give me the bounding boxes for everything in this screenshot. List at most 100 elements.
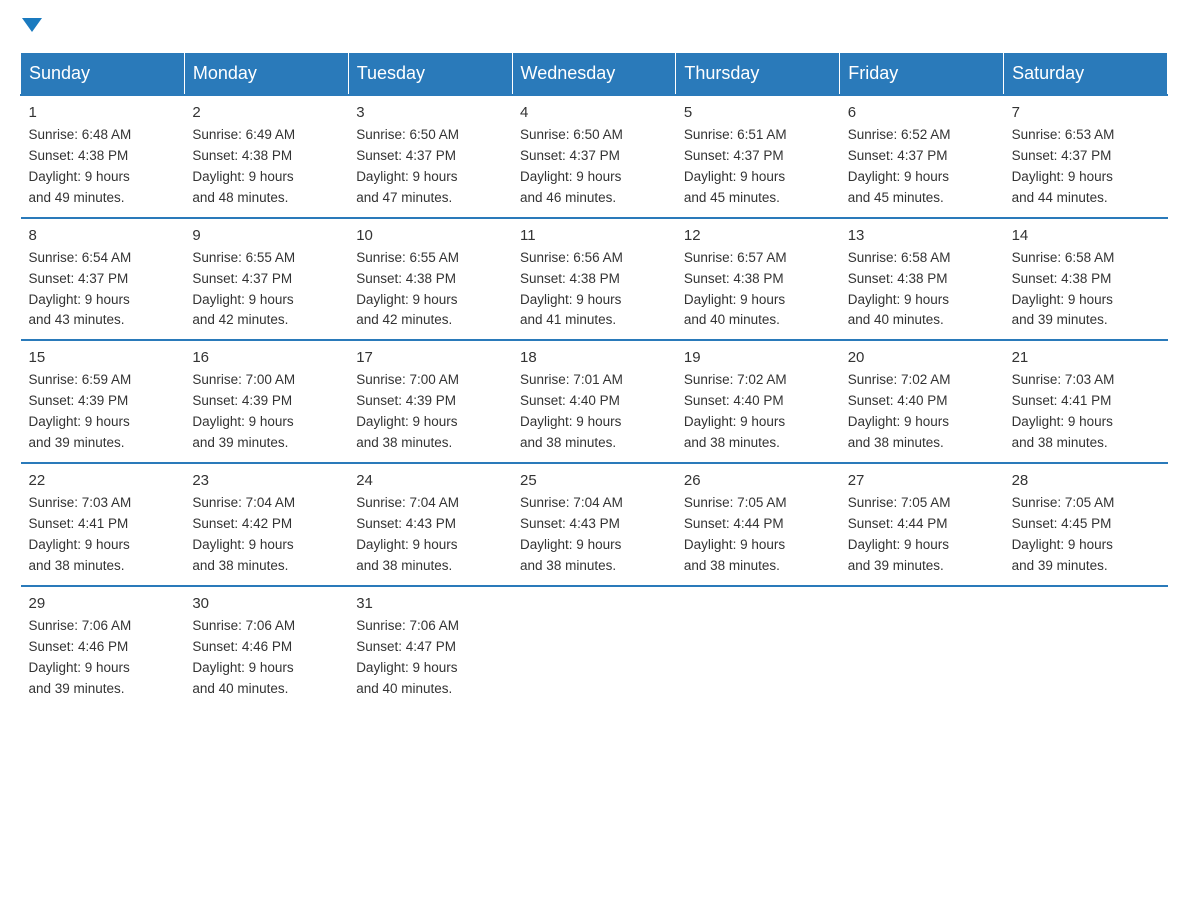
day-number: 22	[29, 472, 177, 489]
calendar-cell: 8 Sunrise: 6:54 AMSunset: 4:37 PMDayligh…	[21, 218, 185, 341]
day-number: 20	[848, 349, 996, 366]
day-number: 1	[29, 104, 177, 121]
day-number: 28	[1012, 472, 1160, 489]
day-number: 9	[192, 227, 340, 244]
day-number: 23	[192, 472, 340, 489]
calendar-cell: 12 Sunrise: 6:57 AMSunset: 4:38 PMDaylig…	[676, 218, 840, 341]
day-info: Sunrise: 7:04 AMSunset: 4:42 PMDaylight:…	[192, 493, 340, 577]
day-info: Sunrise: 6:52 AMSunset: 4:37 PMDaylight:…	[848, 125, 996, 209]
calendar-week-3: 15 Sunrise: 6:59 AMSunset: 4:39 PMDaylig…	[21, 340, 1168, 463]
weekday-header-wednesday: Wednesday	[512, 53, 676, 96]
calendar-cell: 3 Sunrise: 6:50 AMSunset: 4:37 PMDayligh…	[348, 95, 512, 218]
day-info: Sunrise: 7:00 AMSunset: 4:39 PMDaylight:…	[192, 370, 340, 454]
calendar-cell	[676, 586, 840, 708]
calendar-cell: 16 Sunrise: 7:00 AMSunset: 4:39 PMDaylig…	[184, 340, 348, 463]
calendar-cell: 25 Sunrise: 7:04 AMSunset: 4:43 PMDaylig…	[512, 463, 676, 586]
weekday-header-thursday: Thursday	[676, 53, 840, 96]
calendar-cell: 31 Sunrise: 7:06 AMSunset: 4:47 PMDaylig…	[348, 586, 512, 708]
day-info: Sunrise: 7:01 AMSunset: 4:40 PMDaylight:…	[520, 370, 668, 454]
day-number: 5	[684, 104, 832, 121]
weekday-header-sunday: Sunday	[21, 53, 185, 96]
calendar-table: SundayMondayTuesdayWednesdayThursdayFrid…	[20, 52, 1168, 707]
day-info: Sunrise: 7:00 AMSunset: 4:39 PMDaylight:…	[356, 370, 504, 454]
calendar-cell: 21 Sunrise: 7:03 AMSunset: 4:41 PMDaylig…	[1004, 340, 1168, 463]
day-info: Sunrise: 7:05 AMSunset: 4:44 PMDaylight:…	[684, 493, 832, 577]
day-number: 17	[356, 349, 504, 366]
day-number: 21	[1012, 349, 1160, 366]
day-info: Sunrise: 7:03 AMSunset: 4:41 PMDaylight:…	[29, 493, 177, 577]
day-info: Sunrise: 6:55 AMSunset: 4:38 PMDaylight:…	[356, 248, 504, 332]
day-number: 15	[29, 349, 177, 366]
day-number: 12	[684, 227, 832, 244]
day-number: 27	[848, 472, 996, 489]
day-info: Sunrise: 6:58 AMSunset: 4:38 PMDaylight:…	[848, 248, 996, 332]
calendar-cell: 15 Sunrise: 6:59 AMSunset: 4:39 PMDaylig…	[21, 340, 185, 463]
calendar-cell	[1004, 586, 1168, 708]
day-info: Sunrise: 6:55 AMSunset: 4:37 PMDaylight:…	[192, 248, 340, 332]
day-number: 31	[356, 595, 504, 612]
day-number: 25	[520, 472, 668, 489]
calendar-week-1: 1 Sunrise: 6:48 AMSunset: 4:38 PMDayligh…	[21, 95, 1168, 218]
calendar-cell: 11 Sunrise: 6:56 AMSunset: 4:38 PMDaylig…	[512, 218, 676, 341]
calendar-header-row: SundayMondayTuesdayWednesdayThursdayFrid…	[21, 53, 1168, 96]
day-info: Sunrise: 6:48 AMSunset: 4:38 PMDaylight:…	[29, 125, 177, 209]
day-info: Sunrise: 6:53 AMSunset: 4:37 PMDaylight:…	[1012, 125, 1160, 209]
day-number: 2	[192, 104, 340, 121]
calendar-cell: 29 Sunrise: 7:06 AMSunset: 4:46 PMDaylig…	[21, 586, 185, 708]
calendar-cell: 7 Sunrise: 6:53 AMSunset: 4:37 PMDayligh…	[1004, 95, 1168, 218]
day-info: Sunrise: 7:02 AMSunset: 4:40 PMDaylight:…	[684, 370, 832, 454]
calendar-cell: 19 Sunrise: 7:02 AMSunset: 4:40 PMDaylig…	[676, 340, 840, 463]
calendar-cell: 20 Sunrise: 7:02 AMSunset: 4:40 PMDaylig…	[840, 340, 1004, 463]
day-info: Sunrise: 6:54 AMSunset: 4:37 PMDaylight:…	[29, 248, 177, 332]
day-info: Sunrise: 7:02 AMSunset: 4:40 PMDaylight:…	[848, 370, 996, 454]
calendar-cell: 24 Sunrise: 7:04 AMSunset: 4:43 PMDaylig…	[348, 463, 512, 586]
day-info: Sunrise: 7:04 AMSunset: 4:43 PMDaylight:…	[520, 493, 668, 577]
day-info: Sunrise: 6:57 AMSunset: 4:38 PMDaylight:…	[684, 248, 832, 332]
day-number: 19	[684, 349, 832, 366]
day-info: Sunrise: 7:06 AMSunset: 4:47 PMDaylight:…	[356, 616, 504, 700]
page-header	[20, 20, 1168, 34]
day-info: Sunrise: 6:49 AMSunset: 4:38 PMDaylight:…	[192, 125, 340, 209]
weekday-header-saturday: Saturday	[1004, 53, 1168, 96]
day-number: 29	[29, 595, 177, 612]
calendar-cell: 18 Sunrise: 7:01 AMSunset: 4:40 PMDaylig…	[512, 340, 676, 463]
day-info: Sunrise: 6:58 AMSunset: 4:38 PMDaylight:…	[1012, 248, 1160, 332]
calendar-cell: 22 Sunrise: 7:03 AMSunset: 4:41 PMDaylig…	[21, 463, 185, 586]
day-info: Sunrise: 7:03 AMSunset: 4:41 PMDaylight:…	[1012, 370, 1160, 454]
calendar-cell: 2 Sunrise: 6:49 AMSunset: 4:38 PMDayligh…	[184, 95, 348, 218]
calendar-cell	[512, 586, 676, 708]
calendar-cell: 6 Sunrise: 6:52 AMSunset: 4:37 PMDayligh…	[840, 95, 1004, 218]
weekday-header-friday: Friday	[840, 53, 1004, 96]
day-number: 24	[356, 472, 504, 489]
day-info: Sunrise: 7:06 AMSunset: 4:46 PMDaylight:…	[29, 616, 177, 700]
calendar-cell: 5 Sunrise: 6:51 AMSunset: 4:37 PMDayligh…	[676, 95, 840, 218]
day-info: Sunrise: 7:04 AMSunset: 4:43 PMDaylight:…	[356, 493, 504, 577]
day-number: 4	[520, 104, 668, 121]
day-number: 30	[192, 595, 340, 612]
weekday-header-tuesday: Tuesday	[348, 53, 512, 96]
calendar-cell	[840, 586, 1004, 708]
day-number: 11	[520, 227, 668, 244]
calendar-cell: 14 Sunrise: 6:58 AMSunset: 4:38 PMDaylig…	[1004, 218, 1168, 341]
logo-arrow-icon	[22, 18, 42, 32]
calendar-cell: 10 Sunrise: 6:55 AMSunset: 4:38 PMDaylig…	[348, 218, 512, 341]
day-number: 3	[356, 104, 504, 121]
day-info: Sunrise: 6:50 AMSunset: 4:37 PMDaylight:…	[520, 125, 668, 209]
logo	[20, 20, 42, 34]
calendar-week-5: 29 Sunrise: 7:06 AMSunset: 4:46 PMDaylig…	[21, 586, 1168, 708]
day-number: 7	[1012, 104, 1160, 121]
calendar-cell: 28 Sunrise: 7:05 AMSunset: 4:45 PMDaylig…	[1004, 463, 1168, 586]
calendar-week-4: 22 Sunrise: 7:03 AMSunset: 4:41 PMDaylig…	[21, 463, 1168, 586]
calendar-cell: 26 Sunrise: 7:05 AMSunset: 4:44 PMDaylig…	[676, 463, 840, 586]
day-number: 13	[848, 227, 996, 244]
day-info: Sunrise: 7:05 AMSunset: 4:45 PMDaylight:…	[1012, 493, 1160, 577]
day-number: 14	[1012, 227, 1160, 244]
day-info: Sunrise: 7:05 AMSunset: 4:44 PMDaylight:…	[848, 493, 996, 577]
calendar-cell: 27 Sunrise: 7:05 AMSunset: 4:44 PMDaylig…	[840, 463, 1004, 586]
day-info: Sunrise: 6:50 AMSunset: 4:37 PMDaylight:…	[356, 125, 504, 209]
calendar-cell: 9 Sunrise: 6:55 AMSunset: 4:37 PMDayligh…	[184, 218, 348, 341]
day-number: 16	[192, 349, 340, 366]
day-info: Sunrise: 7:06 AMSunset: 4:46 PMDaylight:…	[192, 616, 340, 700]
day-number: 26	[684, 472, 832, 489]
day-number: 6	[848, 104, 996, 121]
